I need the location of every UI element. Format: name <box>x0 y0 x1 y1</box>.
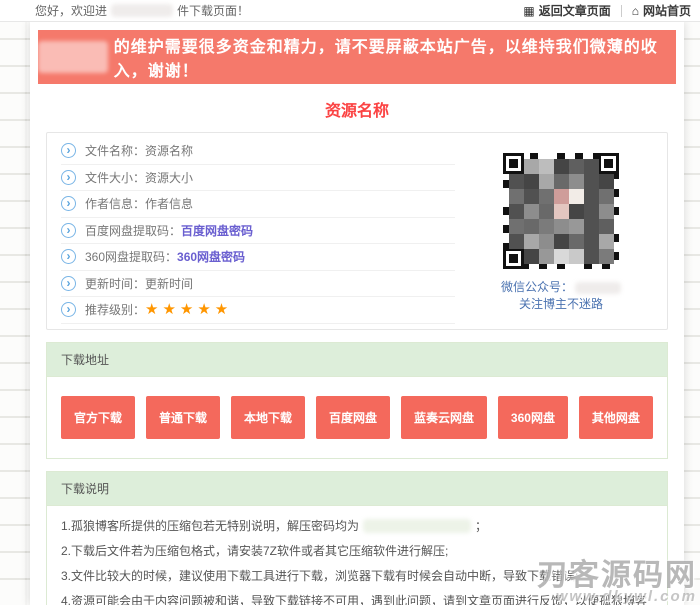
note-line-3: 3.文件比较大的时候，建议使用下载工具进行下载，浏览器下载有时候会自动中断，导致… <box>61 564 653 589</box>
download-button-local[interactable]: 本地下载 <box>231 396 305 439</box>
back-to-article-link[interactable]: ▦ 返回文章页面 <box>523 2 610 19</box>
info-row-360-code: › 360网盘提取码： 360网盘密码 <box>61 244 455 271</box>
qr-column: 微信公众号： 关注博主不迷路 <box>455 136 667 326</box>
info-value: 资源名称 <box>145 142 193 159</box>
info-row-file-name: › 文件名称： 资源名称 <box>61 138 455 165</box>
back-to-article-label: 返回文章页面 <box>539 2 611 19</box>
greeting-suffix: 件下载页面！ <box>177 2 249 19</box>
site-home-label: 网站首页 <box>643 2 691 19</box>
download-address-header: 下载地址 <box>47 343 667 377</box>
chevron-circle-icon: › <box>61 143 76 158</box>
info-label: 文件大小： <box>85 169 145 186</box>
baidu-pan-password-link[interactable]: 百度网盘密码 <box>181 222 253 239</box>
note-line-1-text: 1.孤狼博客所提供的压缩包若无特别说明，解压密码均为 <box>61 519 359 533</box>
download-button-baidu-pan[interactable]: 百度网盘 <box>316 396 390 439</box>
resource-title: 资源名称 <box>30 97 684 121</box>
info-value: 资源大小 <box>145 169 193 186</box>
redacted-site-name <box>38 41 108 73</box>
qr-caption-line2: 关注博主不迷路 <box>519 297 603 311</box>
redacted-account-name <box>575 282 621 294</box>
ad-notice-banner: 的维护需要很多资金和精力，请不要屏蔽本站广告，以维持我们微薄的收入，谢谢！ <box>38 30 676 84</box>
info-label: 文件名称： <box>85 142 145 159</box>
chevron-circle-icon: › <box>61 276 76 291</box>
download-button-official[interactable]: 官方下载 <box>61 396 135 439</box>
note-line-1: 1.孤狼博客所提供的压缩包若无特别说明，解压密码均为 ； <box>61 514 653 539</box>
info-label: 作者信息： <box>85 195 145 212</box>
download-button-lanzou-pan[interactable]: 蓝奏云网盘 <box>401 396 487 439</box>
qr-caption: 微信公众号： 关注博主不迷路 <box>455 279 667 313</box>
chevron-circle-icon: › <box>61 196 76 211</box>
topbar: 您好，欢迎进 件下载页面！ ▦ 返回文章页面 ⌂ 网站首页 <box>0 0 700 22</box>
info-row-rating: › 推荐级别： ★★★★★ <box>61 297 455 324</box>
grid-icon: ▦ <box>523 4 534 18</box>
info-value: 更新时间 <box>145 275 193 292</box>
info-row-author: › 作者信息： 作者信息 <box>61 191 455 218</box>
info-row-update-time: › 更新时间： 更新时间 <box>61 271 455 298</box>
note-line-2: 2.下载后文件若为压缩包格式，请安装7Z软件或者其它压缩软件进行解压; <box>61 539 653 564</box>
chevron-circle-icon: › <box>61 223 76 238</box>
resource-info-list: › 文件名称： 资源名称 › 文件大小： 资源大小 › 作者信息： 作者信息 ›… <box>47 136 455 326</box>
download-button-360-pan[interactable]: 360网盘 <box>498 396 568 439</box>
redacted-password <box>363 519 471 533</box>
info-row-baidu-code: › 百度网盘提取码： 百度网盘密码 <box>61 218 455 245</box>
main-content-card: 的维护需要很多资金和精力，请不要屏蔽本站广告，以维持我们微薄的收入，谢谢！ 资源… <box>30 22 684 605</box>
chevron-circle-icon: › <box>61 302 76 317</box>
download-note-body: 1.孤狼博客所提供的压缩包若无特别说明，解压密码均为 ； 2.下载后文件若为压缩包… <box>47 506 667 605</box>
info-row-file-size: › 文件大小： 资源大小 <box>61 165 455 192</box>
home-icon: ⌂ <box>632 4 639 18</box>
download-button-normal[interactable]: 普通下载 <box>146 396 220 439</box>
download-note-header: 下载说明 <box>47 472 667 506</box>
qr-caption-prefix: 微信公众号： <box>501 280 573 294</box>
redacted-site-name <box>111 4 173 17</box>
note-line-1-suffix: ； <box>475 519 487 533</box>
download-address-section: 下载地址 官方下载 普通下载 本地下载 百度网盘 蓝奏云网盘 360网盘 其他网… <box>46 342 668 459</box>
download-buttons-row: 官方下载 普通下载 本地下载 百度网盘 蓝奏云网盘 360网盘 其他网盘 <box>47 377 667 458</box>
download-note-section: 下载说明 1.孤狼博客所提供的压缩包若无特别说明，解压密码均为 ； 2.下载后文件… <box>46 471 668 605</box>
info-label: 360网盘提取码： <box>85 248 177 265</box>
wechat-qr-code <box>502 152 620 270</box>
info-label: 更新时间： <box>85 275 145 292</box>
download-button-other-pan[interactable]: 其他网盘 <box>579 396 653 439</box>
360-pan-password-link[interactable]: 360网盘密码 <box>177 248 245 265</box>
greeting: 您好，欢迎进 件下载页面！ <box>35 2 249 19</box>
resource-info-box: › 文件名称： 资源名称 › 文件大小： 资源大小 › 作者信息： 作者信息 ›… <box>46 132 668 330</box>
greeting-prefix: 您好，欢迎进 <box>35 2 107 19</box>
chevron-circle-icon: › <box>61 249 76 264</box>
chevron-circle-icon: › <box>61 170 76 185</box>
site-home-link[interactable]: ⌂ 网站首页 <box>632 2 691 19</box>
info-label: 推荐级别： <box>85 301 145 318</box>
note-line-4: 4.资源可能会由于内容问题被和谐，导致下载链接不可用，遇到此问题，请到文章页面进… <box>61 589 653 605</box>
rating-stars: ★★★★★ <box>145 302 232 317</box>
info-label: 百度网盘提取码： <box>85 222 181 239</box>
divider <box>621 5 622 17</box>
info-value: 作者信息 <box>145 195 193 212</box>
ad-notice-text: 的维护需要很多资金和精力，请不要屏蔽本站广告，以维持我们微薄的收入，谢谢！ <box>114 33 676 81</box>
